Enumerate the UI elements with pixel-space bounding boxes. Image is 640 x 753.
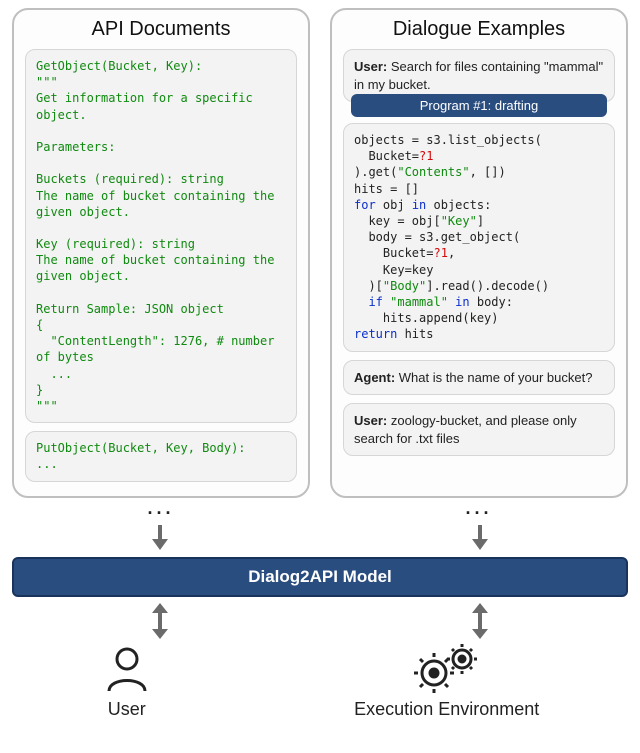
program-code: objects = s3.list_objects( Bucket=?1 ).g… (343, 123, 615, 351)
arrow-down-icon (468, 523, 492, 551)
api-dots: ... (147, 498, 174, 518)
agent-label: Agent: (354, 370, 395, 385)
gears-icon (412, 643, 482, 695)
dialogue-user-2: User: zoology-bucket, and please only se… (343, 403, 615, 456)
api-documents-panel: API Documents GetObject(Bucket, Key): ""… (12, 8, 310, 498)
agent-text: What is the name of your bucket? (395, 370, 592, 385)
user-label-2: User: (354, 413, 387, 428)
api-documents-title: API Documents (92, 10, 231, 49)
api-doc-1: GetObject(Bucket, Key): """ Get informat… (25, 49, 297, 423)
dialog-dots: ... (465, 498, 492, 518)
arrow-down-icon (148, 523, 172, 551)
env-label-text: Execution Environment (354, 699, 539, 720)
user-icon (101, 643, 153, 695)
user-label: User: (354, 59, 387, 74)
dialogue-agent: Agent: What is the name of your bucket? (343, 360, 615, 396)
user-1-text: Search for files containing "mammal" in … (354, 59, 603, 92)
execution-environment-actor: Execution Environment (354, 643, 539, 720)
dialog2api-model: Dialog2API Model (12, 557, 628, 597)
arrow-bidirectional-icon (468, 601, 492, 641)
arrow-bidirectional-icon (148, 601, 172, 641)
dialogue-examples-title: Dialogue Examples (393, 10, 565, 49)
user-2-text: zoology-bucket, and please only search f… (354, 413, 577, 446)
user-actor: User (101, 643, 153, 720)
program-header: Program #1: drafting (351, 94, 607, 117)
api-doc-2: PutObject(Bucket, Key, Body): ... (25, 431, 297, 481)
dialogue-examples-panel: Dialogue Examples User: Search for files… (330, 8, 628, 498)
user-label-text: User (108, 699, 146, 720)
